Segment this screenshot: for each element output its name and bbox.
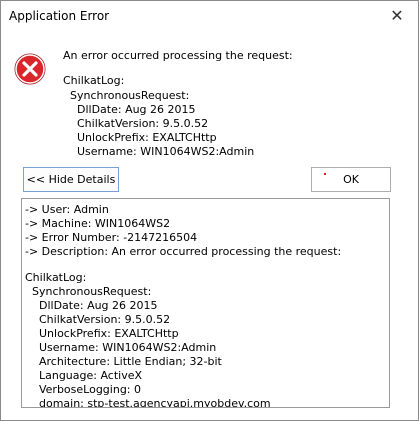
details-line: domain: stp-test.agencyapi.myobdev.com: [25, 397, 271, 408]
details-line: Architecture: Little Endian; 32-bit: [25, 355, 222, 368]
close-icon[interactable]: ✕: [386, 5, 408, 27]
summary-line: ChilkatVersion: 9.5.0.52: [63, 117, 209, 130]
details-line: -> Description: An error occurred proces…: [25, 245, 342, 258]
hide-details-button[interactable]: << Hide Details: [23, 167, 119, 192]
summary-line: ChilkatLog:: [63, 74, 125, 87]
details-line: -> Error Number: -2147216504: [25, 231, 198, 244]
details-line: Language: ActiveX: [25, 369, 143, 382]
application-error-dialog: Application Error ✕ An error occurred pr…: [0, 0, 419, 421]
details-line: ChilkatVersion: 9.5.0.52: [25, 313, 171, 326]
details-line: UnlockPrefix: EXALTCHttp: [25, 327, 179, 340]
summary-line: DllDate: Aug 26 2015: [63, 103, 196, 116]
details-line: DllDate: Aug 26 2015: [25, 299, 158, 312]
title-bar: Application Error ✕: [1, 1, 418, 31]
summary-line: SynchronousRequest:: [63, 89, 190, 102]
details-line: SynchronousRequest:: [25, 285, 152, 298]
summary-line: UnlockPrefix: EXALTCHttp: [63, 131, 217, 144]
window-title: Application Error: [9, 9, 110, 23]
ok-accelerator-mark: [324, 173, 326, 175]
details-line: ChilkatLog:: [25, 271, 87, 284]
details-line: -> User: Admin: [25, 203, 109, 216]
summary-line: Username: WIN1064WS2:Admin: [63, 145, 255, 158]
details-line: Username: WIN1064WS2:Admin: [25, 341, 217, 354]
details-panel[interactable]: -> User: Admin -> Machine: WIN1064WS2 ->…: [21, 198, 390, 408]
ok-button[interactable]: OK: [311, 167, 391, 192]
details-line: VerboseLogging: 0: [25, 383, 141, 396]
error-circle-icon: [14, 53, 46, 85]
error-message: An error occurred processing the request…: [63, 49, 293, 62]
details-line: -> Machine: WIN1064WS2: [25, 217, 171, 230]
